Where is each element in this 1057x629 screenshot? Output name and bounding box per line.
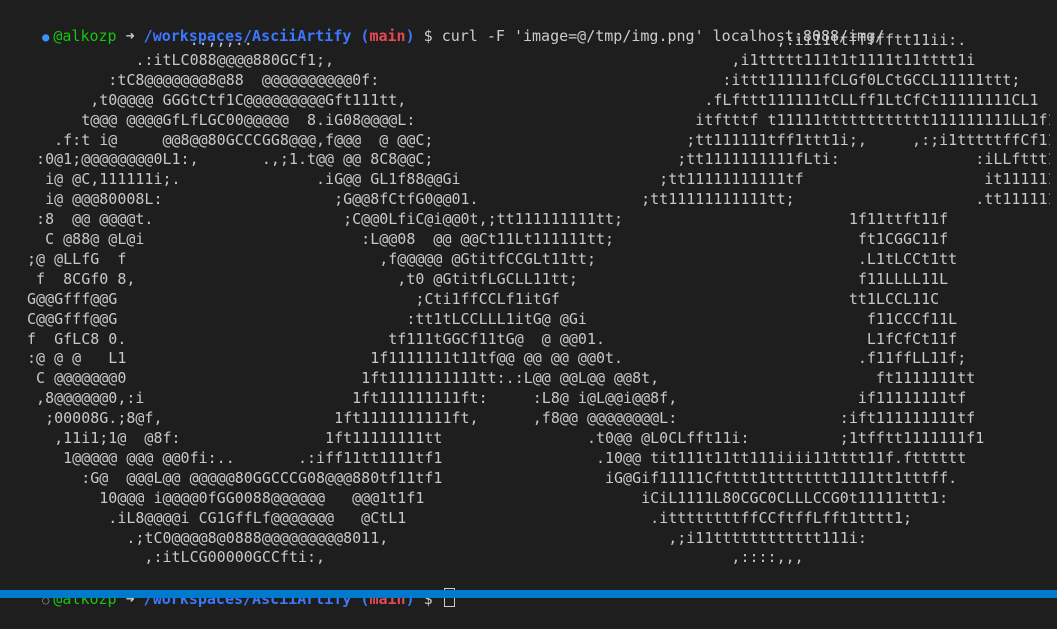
output-line: :tC8@@@@@@@8@88 @@@@@@@@@@0f: :ittt11111… [18, 70, 1021, 89]
output-line: ;@ @LLfG f ,f@@@@@ @GtitfCCGLt11tt; .L1t… [18, 249, 958, 268]
output-line: t@@@ @@@@GfLfLGC00@@@@@ 8.iG08@@@@L: itf… [18, 110, 1050, 129]
terminal-panel[interactable]: ● @alkozp ➜ /workspaces/AsciiArtify (main… [0, 0, 1057, 608]
output-line: 1@@@@@ @@@ @@0fi:.. .:iff11tt1111tf1 .10… [18, 448, 967, 467]
output-line: :0@1;@@@@@@@@0L1:, .,;1.t@@ @@ 8C8@@C; ;… [18, 150, 1050, 169]
command-prompt-line: ● @alkozp ➜ /workspaces/AsciiArtify (main… [6, 8, 884, 45]
output-line: ,8@@@@@@0,:i 1ft111111111ft: :L8@ i@L@@i… [18, 389, 967, 408]
output-line: ..,,,.. ,:ii11ttffffftt11ii:. [18, 31, 967, 49]
output-line: i@ @C,111111i;. .iG@@ GL1f88@@Gi ;tt1111… [18, 170, 1050, 189]
output-line: :@ @ @ L1 1f1111111t11tf@@ @@ @@ @@0t. .… [18, 349, 967, 368]
output-line: G@@Gfff@@G ;Cti1ffCCLf1itGf tt1LCCL11C [18, 289, 940, 308]
output-line: :8 @@ @@@@t. ;C@@0LfiC@i@@0t,;tt11111111… [18, 210, 949, 229]
output-line: .:itLC088@@@@880GCf1;, ,i1ttttt111t1t111… [18, 50, 976, 69]
output-line: .;tC0@@@@8@0888@@@@@@@@@8011, ,;i11ttttt… [18, 528, 867, 547]
output-line: 10@@@ i@@@@0fGG0088@@@@@@ @@@1t1f1 iCiL1… [18, 488, 949, 507]
output-line: i@ @@@80008L: ;G@@8fCtfG0@@01. ;tt111111… [18, 190, 1050, 209]
output-line: f 8CGf0 8, ,t0 @GtitfLGCLL11tt; f11LLLL1… [18, 269, 949, 288]
ascii-art-output: ..,,,.. ,:ii11ttffffftt11ii:. .:itLC088@… [18, 31, 1050, 569]
output-line: ,11i1;1@ @8f: 1ft11111111tt .t0@@ @L0CLf… [18, 429, 985, 447]
active-prompt-line[interactable]: ○ @alkozp ➜ /workspaces/AsciiArtify (main… [6, 569, 455, 608]
status-bar [0, 590, 1057, 598]
output-line: ,:itLCG00000GCCfti:, ,::::,,, [18, 548, 804, 567]
output-line: f GfLC8 0. tf111tGGCf11tG@ @ @@01. L1fCf… [18, 329, 958, 348]
output-line: .f:t i@ @@8@@80GCCCGG8@@@,f@@@ @ @@C; ;t… [18, 130, 1050, 149]
output-line: ;00008G.;8@f, 1ft1111111111ft, ,f8@@ @@@… [18, 409, 976, 428]
output-line: C@@Gfff@@G :tt1tLCCLLL1itG@ @Gi f11CCCf1… [18, 309, 958, 328]
output-line: C @@@@@@@0 1ft1111111111tt:.:L@@ @@L@@ @… [18, 369, 976, 388]
output-line: :G@ @@@L@@ @@@@@80GGCCCG08@@@880tf11tf1 … [18, 468, 958, 487]
output-line: ,t0@@@@ GGGtCtf1C@@@@@@@@@Gft111tt, .fLf… [18, 90, 1039, 109]
output-line: C @88@ @L@i :L@@08 @@ @@Ct11Lt111111tt; … [18, 230, 949, 248]
output-line: .iL8@@@@i CG1GffLf@@@@@@@ @CtL1 .itttttt… [18, 508, 913, 527]
